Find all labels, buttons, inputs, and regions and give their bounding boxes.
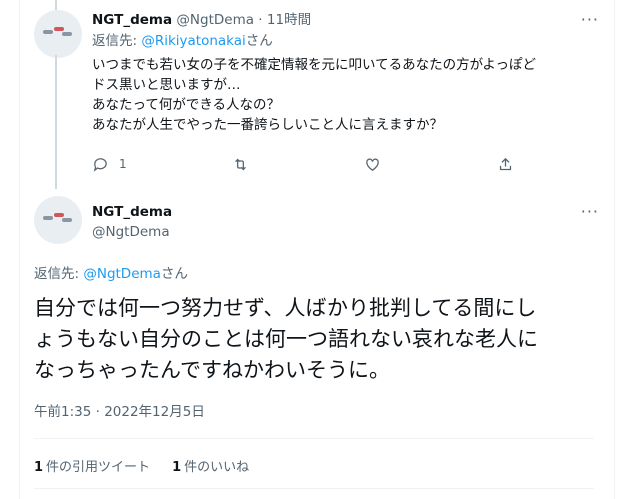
avatar-bird-graphic (43, 216, 53, 220)
more-options-button[interactable]: ··· (581, 10, 599, 29)
user-handle[interactable]: @NgtDema (92, 222, 172, 242)
reply-suffix: さん (245, 33, 273, 49)
avatar-bird-graphic (54, 213, 64, 217)
main-tweet-text: 自分では何一つ努力せず、人ばかり批判してる間にし ょうもない自分のことは何一つ語… (34, 293, 594, 386)
reply-suffix: さん (160, 266, 188, 282)
avatar-bird-graphic (62, 218, 72, 222)
reply-to-link[interactable]: @NgtDema (83, 266, 161, 282)
tweet-text: いつまでも若い女の子を不確定情報を元に叩いてるあなたの方がよっぽど ドス黒いと思… (92, 55, 602, 135)
thread-line (55, 55, 57, 189)
thread-line-top (55, 0, 57, 10)
reply-icon (93, 157, 107, 172)
tweet-time[interactable]: 11時間 (267, 12, 311, 28)
reply-tweet[interactable]: NGT_dema @NgtDema · 11時間 返信先: @Rikiyaton… (92, 10, 602, 135)
divider (34, 438, 594, 439)
tweet-text-line: あなたが人生でやった一番誇らしいこと人に言えますか？ (92, 117, 443, 133)
avatar[interactable] (34, 10, 82, 58)
retweet-icon (235, 158, 246, 170)
avatar-bird-graphic (43, 30, 53, 34)
replying-to: 返信先: @Rikiyatonakaiさん (92, 31, 602, 51)
reply-count: 1 (119, 157, 127, 171)
like-label: 件のいいね (184, 460, 250, 475)
avatar[interactable] (34, 196, 82, 244)
tweet-text-line: あなたって何ができる人なの？ (92, 97, 281, 113)
display-name[interactable]: NGT_dema (92, 202, 172, 222)
replying-to: 返信先: @NgtDemaさん (34, 262, 188, 282)
tweet-timestamp[interactable]: 午前1:35 · 2022年12月5日 (34, 400, 205, 420)
tweet-header: NGT_dema @NgtDema · 11時間 (92, 10, 602, 30)
likes-link[interactable]: 1 件のいいね (172, 456, 249, 475)
like-icon (366, 158, 379, 171)
quote-label: 件の引用ツイート (46, 460, 151, 475)
tweet-actions: 1 (92, 153, 512, 175)
retweet-button[interactable] (232, 156, 249, 173)
user-handle[interactable]: @NgtDema (176, 12, 254, 28)
more-options-button[interactable]: ··· (581, 202, 599, 221)
tweet-text-line: なっちゃったんですねかわいそうに。 (34, 358, 390, 382)
tweet-stats: 1 件の引用ツイート 1 件のいいね (34, 456, 271, 475)
like-button[interactable] (364, 156, 381, 173)
share-button[interactable] (497, 156, 514, 173)
divider (34, 488, 594, 489)
reply-prefix: 返信先: (92, 33, 142, 49)
reply-button[interactable]: 1 (92, 156, 127, 173)
main-tweet-header: NGT_dema @NgtDema (92, 202, 172, 242)
tweet-text-line: ょうもない自分のことは何一つ語れない哀れな老人に (34, 327, 538, 351)
quote-tweets-link[interactable]: 1 件の引用ツイート (34, 456, 150, 475)
tweet-text-line: 自分では何一つ努力せず、人ばかり批判してる間にし (34, 296, 537, 320)
reply-to-link[interactable]: @Rikiyatonakai (141, 33, 245, 49)
tweet-text-line: ドス黒いと思いますが… (92, 77, 241, 93)
avatar-bird-graphic (54, 27, 64, 31)
reply-prefix: 返信先: (34, 266, 84, 282)
tweet-text-line: いつまでも若い女の子を不確定情報を元に叩いてるあなたの方がよっぽど (92, 57, 537, 73)
quote-count: 1 (34, 460, 44, 475)
separator-dot: · (258, 12, 263, 28)
share-icon (499, 157, 512, 170)
like-count: 1 (172, 460, 182, 475)
display-name[interactable]: NGT_dema (92, 12, 172, 28)
avatar-bird-graphic (62, 32, 72, 36)
